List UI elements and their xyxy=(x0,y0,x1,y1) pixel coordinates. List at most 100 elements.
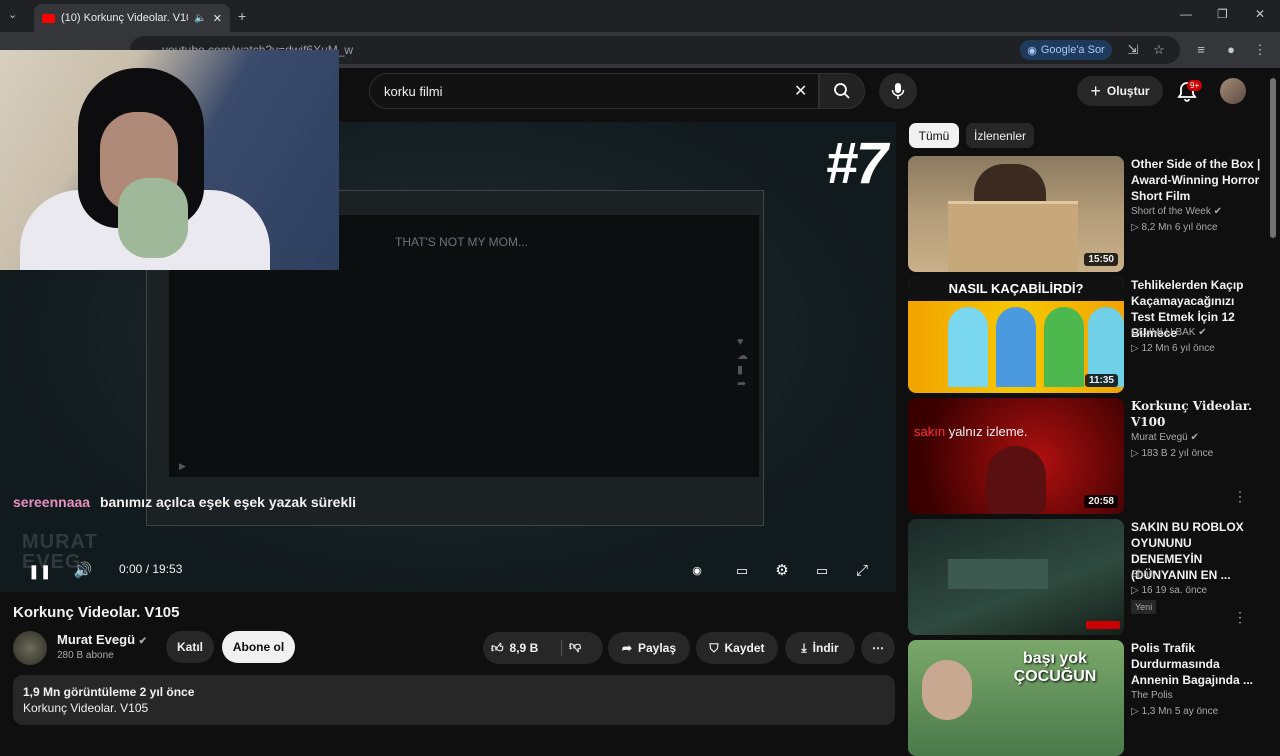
thumbs-down-icon[interactable]: 👎︎ xyxy=(569,639,581,654)
more-options-icon[interactable]: ⋮ xyxy=(1233,488,1247,505)
search-icon xyxy=(834,83,850,99)
recommendation-title: Other Side of the Box | Award-Winning Ho… xyxy=(1131,157,1261,203)
recommendation-channel-text: Murat Evegü xyxy=(1131,432,1188,443)
webcam-cup xyxy=(118,178,188,258)
video-title: Korkunç Videolar. V105 xyxy=(13,604,180,621)
autoplay-toggle-icon[interactable]: ◉ xyxy=(686,560,708,582)
thumb-caption: NASIL KAÇABİLİRDİ? xyxy=(908,277,1124,301)
thumb-door-3 xyxy=(1044,307,1084,387)
recommendation-meta: ▷ 8,2 Mn 6 yıl önce xyxy=(1131,222,1218,233)
recommendation-title: Korkunç Videolar. V100 xyxy=(1131,399,1253,429)
channel-avatar[interactable] xyxy=(13,631,47,665)
save-button[interactable]: ⛉ Kaydet xyxy=(696,632,778,664)
media-icon[interactable]: ≡ xyxy=(1193,42,1209,58)
recommendation-item[interactable]: NASIL KAÇABİLİRDİ? 11:35 Tehlikelerden K… xyxy=(908,277,1268,393)
chip-all-label: Tümü xyxy=(918,128,950,143)
recommendation-channel-text: Short of the Week xyxy=(1131,206,1211,217)
clear-search-icon[interactable]: ✕ xyxy=(794,81,807,101)
recommendation-item[interactable]: 15:50 Other Side of the Box | Award-Winn… xyxy=(908,156,1268,272)
verified-icon: ✔ xyxy=(1213,206,1223,217)
embedded-play-icon: ▶ xyxy=(179,461,186,471)
thumbnail: sakın yalnız izleme. 20:58 xyxy=(908,398,1124,514)
subscriber-count: 280 B abone xyxy=(57,650,114,661)
thumb-room xyxy=(948,559,1048,589)
browser-menu-icon[interactable]: ⋮ xyxy=(1252,42,1268,58)
recommendation-channel: OLUMLU BAK ✔ xyxy=(1131,327,1207,338)
thumbnail: başı yok ÇOCUĞUN xyxy=(908,640,1124,756)
maximize-icon[interactable]: ❐ xyxy=(1217,7,1228,21)
search-button[interactable] xyxy=(819,73,865,109)
pause-icon[interactable]: ❚❚ xyxy=(28,560,51,582)
like-button[interactable]: 👍︎ 8,9 B xyxy=(491,641,538,656)
google-ask-button[interactable]: ◉ Google'a Sor xyxy=(1020,40,1112,60)
volume-icon[interactable]: 🔊 xyxy=(72,560,94,582)
create-label: Oluştur xyxy=(1106,84,1150,98)
thumbnail: NASIL KAÇABİLİRDİ? 11:35 xyxy=(908,277,1124,393)
recommendation-item[interactable]: başı yok ÇOCUĞUN Polis Trafik Durdurması… xyxy=(908,640,1268,756)
tab-list-icon[interactable]: ⌄ xyxy=(8,8,17,21)
tab-title: (10) Korkunç Videolar. V105 xyxy=(61,12,189,24)
youtube-favicon-icon xyxy=(42,13,55,23)
account-avatar[interactable] xyxy=(1220,78,1246,104)
browser-tab[interactable]: (10) Korkunç Videolar. V105 🔈 ✕ xyxy=(34,4,230,32)
page-scrollbar[interactable] xyxy=(1270,78,1276,238)
thumb-caption-white: yalnız izleme. xyxy=(948,424,1028,439)
chat-overlay: sereennaaa banımız açılca eşek eşek yaza… xyxy=(13,494,356,510)
share-label: Paylaş xyxy=(638,641,677,655)
views-play-icon: ▷ xyxy=(1131,585,1142,596)
install-icon[interactable]: ⇲ xyxy=(1125,42,1141,58)
bookmark-icon: ⛉ xyxy=(709,640,719,655)
profile-icon[interactable]: ● xyxy=(1223,42,1239,58)
voice-search-button[interactable] xyxy=(879,73,917,109)
channel-name[interactable]: Murat Evegü ✔ xyxy=(57,632,147,647)
recommendation-meta-text: 12 Mn 6 yıl önce xyxy=(1141,343,1215,354)
recommendation-meta-text: 8,2 Mn 6 yıl önce xyxy=(1141,222,1218,233)
recommendation-item[interactable]: SAKIN BU ROBLOX OYUNUNU DENEMEYİN (DÜNYA… xyxy=(908,519,1268,635)
chip-watched-label: İzlenenler xyxy=(973,128,1027,143)
bookmark-star-icon[interactable]: ☆ xyxy=(1151,42,1167,58)
window-close-icon[interactable]: ✕ xyxy=(1255,7,1265,21)
download-button[interactable]: ⤓ İndir xyxy=(785,632,855,664)
join-label: Katıl xyxy=(176,640,203,654)
settings-gear-icon[interactable]: ⚙ xyxy=(771,560,793,582)
webcam-overlay xyxy=(0,50,339,270)
thumbnail xyxy=(908,519,1124,635)
like-dislike-group: 👍︎ 8,9 B 👎︎ xyxy=(483,632,603,664)
minimize-icon[interactable]: — xyxy=(1180,7,1192,21)
recommendation-meta-text: 183 B 2 yıl önce xyxy=(1141,448,1214,459)
chip-all[interactable]: Tümü xyxy=(909,123,959,148)
views-play-icon: ▷ xyxy=(1131,222,1142,233)
watermark-line1: MURAT xyxy=(22,531,98,553)
join-button[interactable]: Katıl xyxy=(166,631,214,663)
duration-badge: 15:50 xyxy=(1084,253,1118,266)
browser-tab-bar: ⌄ (10) Korkunç Videolar. V105 🔈 ✕ + — ❐ … xyxy=(0,0,1280,32)
subscribe-button[interactable]: Abone ol xyxy=(222,631,295,663)
description-box[interactable]: 1,9 Mn görüntüleme 2 yıl önce Korkunç Vi… xyxy=(13,675,895,725)
share-button[interactable]: ➦ Paylaş xyxy=(608,632,690,664)
thumb-subscribe-graphic xyxy=(1086,621,1120,629)
theater-mode-icon[interactable]: ▭ xyxy=(811,560,833,582)
google-ask-label: Google'a Sor xyxy=(1040,44,1105,56)
recommendation-meta: ▷ 1,3 Mn 5 ay önce xyxy=(1131,706,1218,717)
chip-watched[interactable]: İzlenenler xyxy=(966,123,1034,148)
time-display: 0:00 / 19:53 xyxy=(119,562,183,576)
plus-icon: + xyxy=(1090,80,1101,101)
search-input[interactable]: korku filmi xyxy=(369,73,819,109)
recommendation-meta: ▷ 16 19 sa. önce xyxy=(1131,585,1207,596)
tab-close-icon[interactable]: ✕ xyxy=(213,12,222,25)
recommendation-meta: ▷ 12 Mn 6 yıl önce xyxy=(1131,343,1215,354)
more-options-icon[interactable]: ⋮ xyxy=(1233,609,1247,626)
create-button[interactable]: + Oluştur xyxy=(1077,76,1163,106)
subtitles-icon[interactable]: ▭ xyxy=(731,560,753,582)
thumb-caption: sakın yalnız izleme. xyxy=(914,424,1027,439)
more-actions-button[interactable]: ⋯ xyxy=(861,632,895,664)
recommendation-item[interactable]: sakın yalnız izleme. 20:58 Korkunç Video… xyxy=(908,398,1268,514)
new-tab-icon[interactable]: + xyxy=(238,8,246,24)
thumb-door-1 xyxy=(948,307,988,387)
duration-badge: 11:35 xyxy=(1084,374,1118,387)
fullscreen-icon[interactable]: ⤢ xyxy=(851,560,873,582)
recommendation-meta: ▷ 183 B 2 yıl önce xyxy=(1131,448,1213,459)
save-label: Kaydet xyxy=(724,641,765,655)
player-controls: ❚❚ 🔊 0:00 / 19:53 ◉ ▭ ⚙ ▭ ⤢ xyxy=(0,552,896,592)
speaker-icon[interactable]: 🔈 xyxy=(194,13,206,24)
